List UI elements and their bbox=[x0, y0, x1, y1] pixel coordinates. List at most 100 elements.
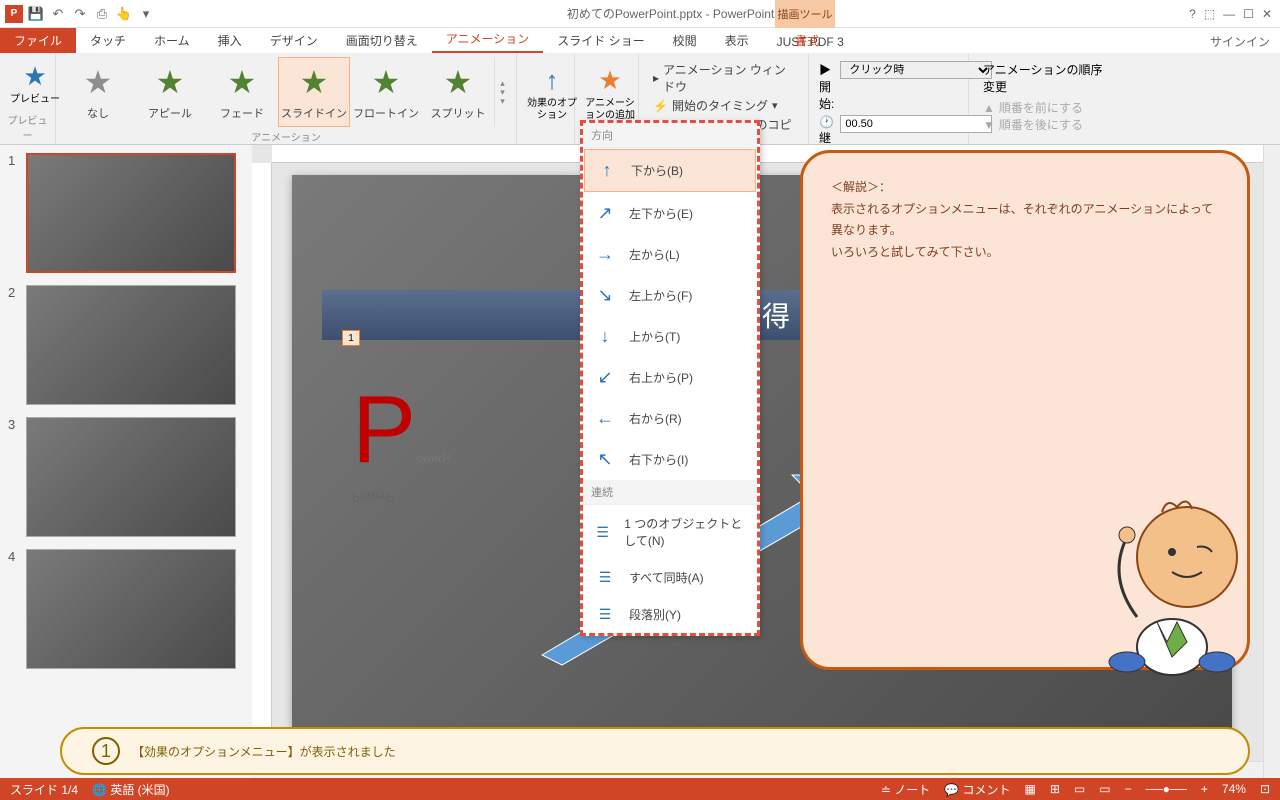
tab-format[interactable]: 書式 bbox=[775, 28, 839, 53]
zoom-level[interactable]: 74% bbox=[1222, 782, 1246, 796]
ribbon-group-animation: ★なし ★アピール ★フェード ★スライドイン ★フロートイン ★スプリット ▴… bbox=[56, 53, 517, 144]
tab-transitions[interactable]: 画面切り替え bbox=[332, 28, 432, 53]
tab-design[interactable]: デザイン bbox=[256, 28, 332, 53]
list-single-icon: ☰ bbox=[595, 524, 610, 541]
vertical-scrollbar[interactable] bbox=[1263, 145, 1280, 778]
zoom-out-icon[interactable]: − bbox=[1125, 782, 1132, 796]
thumbnail-2[interactable]: 2 bbox=[8, 285, 244, 405]
anim-fade[interactable]: ★フェード bbox=[206, 57, 278, 127]
zoom-slider[interactable]: ──●── bbox=[1146, 782, 1187, 796]
dd-from-bottom[interactable]: ↑下から(B) bbox=[584, 149, 756, 192]
arrow-down-icon: ↓ bbox=[595, 326, 615, 347]
dd-from-top[interactable]: ↓上から(T) bbox=[583, 316, 757, 357]
ribbon-group-effect-options: ↑ 効果のオプション bbox=[517, 53, 575, 144]
arrow-up-icon: ↑ bbox=[597, 160, 617, 181]
tab-slideshow[interactable]: スライド ショー bbox=[543, 28, 658, 53]
arrow-upleft-icon: ↖ bbox=[595, 449, 615, 470]
preview-star-icon: ★ bbox=[23, 61, 46, 92]
reading-view-icon[interactable]: ▭ bbox=[1074, 782, 1085, 796]
thumbnail-3[interactable]: 3 bbox=[8, 417, 244, 537]
callout-heading: ＜解説＞： bbox=[831, 177, 1219, 199]
thumbnail-1[interactable]: 1 bbox=[8, 153, 244, 273]
dd-as-one-object[interactable]: ☰1 つのオブジェクトとして(N) bbox=[583, 505, 757, 559]
dd-from-topleft[interactable]: ↘左上から(F) bbox=[583, 275, 757, 316]
step-annotation: 1 【効果のオプションメニュー】が表示されました bbox=[60, 727, 1250, 775]
star-fade-icon: ★ bbox=[228, 63, 257, 101]
gallery-more-button[interactable]: ▴▾▾ bbox=[494, 57, 510, 127]
slide-counter[interactable]: スライド 1/4 bbox=[10, 781, 78, 798]
notes-button[interactable]: ≐ ノート bbox=[881, 781, 930, 798]
ribbon-group-preview: ★ プレビュー プレビュー bbox=[0, 53, 56, 144]
minimize-icon[interactable]: — bbox=[1223, 7, 1235, 21]
normal-view-icon[interactable]: ▦ bbox=[1025, 782, 1036, 796]
animation-indicator[interactable]: 1 bbox=[342, 330, 360, 346]
anim-appear[interactable]: ★アピール bbox=[134, 57, 206, 127]
tab-review[interactable]: 校閲 bbox=[659, 28, 711, 53]
explanation-callout: ＜解説＞： 表示されるオプションメニューは、それぞれのアニメーションによって異な… bbox=[800, 150, 1250, 670]
tab-animations[interactable]: アニメーション bbox=[432, 26, 544, 53]
callout-body: 表示されるオプションメニューは、それぞれのアニメーションによって異なります。 い… bbox=[831, 199, 1219, 264]
anim-none[interactable]: ★なし bbox=[62, 57, 134, 127]
add-star-icon: ★ bbox=[598, 65, 621, 96]
dd-by-paragraph[interactable]: ☰段落別(Y) bbox=[583, 596, 757, 633]
ribbon-tabs: ファイル タッチ ホーム 挿入 デザイン 画面切り替え アニメーション スライド… bbox=[0, 28, 1280, 53]
slideshow-view-icon[interactable]: ▭ bbox=[1099, 782, 1110, 796]
qat-more-icon[interactable]: ▾ bbox=[136, 4, 156, 24]
undo-icon[interactable]: ↶ bbox=[48, 4, 68, 24]
dd-from-bottomright[interactable]: ↖右下から(I) bbox=[583, 439, 757, 480]
dd-all-at-once[interactable]: ☰すべて同時(A) bbox=[583, 559, 757, 596]
pane-icon: ▸ bbox=[653, 71, 659, 85]
effect-options-button[interactable]: ↑ 効果のオプション bbox=[523, 57, 581, 129]
title-bar: P 💾 ↶ ↷ ⎙ 👆 ▾ 初めてのPowerPoint.pptx - Powe… bbox=[0, 0, 1280, 28]
thumbnail-4[interactable]: 4 bbox=[8, 549, 244, 669]
reorder-earlier-button[interactable]: ▲ 順番を前にする bbox=[983, 99, 1105, 116]
comments-button[interactable]: 💬 コメント bbox=[944, 781, 1010, 798]
animation-pane-button[interactable]: ▸アニメーション ウィンドウ bbox=[653, 61, 794, 95]
tab-file[interactable]: ファイル bbox=[0, 28, 76, 53]
fit-to-window-icon[interactable]: ⊡ bbox=[1260, 782, 1270, 796]
dd-from-bottomleft[interactable]: ↗左下から(E) bbox=[583, 193, 757, 234]
tab-view[interactable]: 表示 bbox=[711, 28, 763, 53]
sorter-view-icon[interactable]: ⊞ bbox=[1050, 782, 1060, 796]
touch-mode-icon[interactable]: 👆 bbox=[114, 4, 134, 24]
signin-link[interactable]: サインイン bbox=[1210, 33, 1270, 50]
ribbon-group-reorder: アニメーションの順序変更 ▲ 順番を前にする ▼ 順番を後にする bbox=[969, 53, 1119, 144]
star-slidein-icon: ★ bbox=[300, 63, 329, 101]
trigger-button[interactable]: ⚡開始のタイミング ▾ bbox=[653, 97, 794, 114]
arrow-downright-icon: ↘ bbox=[595, 285, 615, 306]
mascot-illustration bbox=[1077, 487, 1257, 687]
arrow-up-icon: ↑ bbox=[546, 65, 559, 96]
close-icon[interactable]: ✕ bbox=[1262, 7, 1272, 21]
dd-from-topright[interactable]: ↙右上から(P) bbox=[583, 357, 757, 398]
redo-icon[interactable]: ↷ bbox=[70, 4, 90, 24]
help-icon[interactable]: ? bbox=[1189, 7, 1196, 21]
vertical-ruler bbox=[252, 163, 272, 778]
dd-from-left[interactable]: →左から(L) bbox=[583, 234, 757, 275]
thumb-preview-4 bbox=[26, 549, 236, 669]
app-icon: P bbox=[4, 4, 24, 24]
anim-floatin[interactable]: ★フロートイン bbox=[350, 57, 422, 127]
thumb-preview-3 bbox=[26, 417, 236, 537]
qat-btn-icon[interactable]: ⎙ bbox=[92, 4, 112, 24]
tab-insert[interactable]: 挿入 bbox=[204, 28, 256, 53]
language-indicator[interactable]: 🌐 英語 (米国) bbox=[92, 781, 170, 798]
slide-main-text[interactable]: PowerP bbox=[352, 375, 450, 485]
ribbon-options-icon[interactable]: ⬚ bbox=[1204, 7, 1215, 21]
add-animation-button[interactable]: ★ アニメーションの追加 bbox=[581, 57, 639, 129]
status-bar: スライド 1/4 🌐 英語 (米国) ≐ ノート 💬 コメント ▦ ⊞ ▭ ▭ … bbox=[0, 778, 1280, 800]
reorder-later-button[interactable]: ▼ 順番を後にする bbox=[983, 116, 1105, 133]
maximize-icon[interactable]: ☐ bbox=[1243, 7, 1254, 21]
star-floatin-icon: ★ bbox=[372, 63, 401, 101]
quick-access-toolbar: P 💾 ↶ ↷ ⎙ 👆 ▾ bbox=[0, 4, 160, 24]
dd-from-right[interactable]: ←右から(R) bbox=[583, 398, 757, 439]
document-title: 初めてのPowerPoint.pptx - PowerPoint bbox=[160, 5, 1181, 22]
ribbon-group-timing: ▶ 開始: クリック時 🕐 継続時間: 🕐 遅延: タイミング bbox=[809, 53, 969, 144]
step-number: 1 bbox=[92, 737, 120, 765]
dropdown-section-direction: 方向 bbox=[583, 123, 757, 148]
anim-split[interactable]: ★スプリット bbox=[422, 57, 494, 127]
save-icon[interactable]: 💾 bbox=[26, 4, 46, 24]
anim-slidein[interactable]: ★スライドイン bbox=[278, 57, 350, 127]
tab-home[interactable]: ホーム bbox=[140, 28, 204, 53]
tab-touch[interactable]: タッチ bbox=[76, 28, 140, 53]
zoom-in-icon[interactable]: + bbox=[1201, 782, 1208, 796]
